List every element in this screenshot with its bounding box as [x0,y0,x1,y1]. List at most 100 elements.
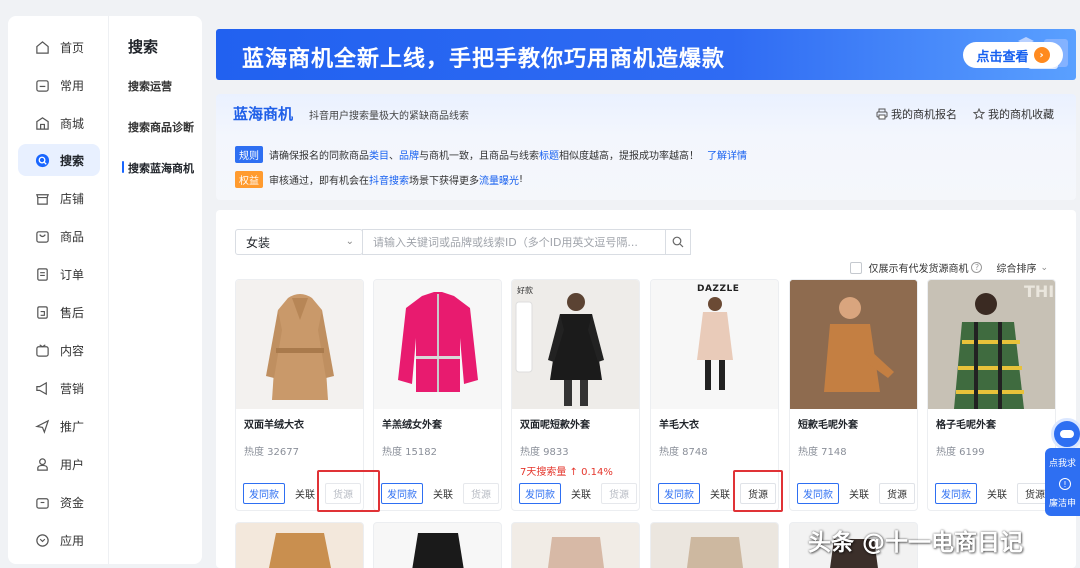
relate-button[interactable]: 关联 [844,483,874,504]
nav-item-goods[interactable]: 商品 [18,220,100,252]
product-card[interactable]: 好款 双面呢短款外套 热度 9833 7天搜索量 ↑ 0.14% 发同款 关联 … [511,279,640,511]
product-name: 双面呢短款外套 [520,420,590,431]
product-card[interactable] [511,522,640,568]
publish-same-button[interactable]: 发同款 [658,483,700,504]
product-heat: 热度 8748 [659,447,708,458]
rule-text-2: 与商机一致，且商品与线索 [419,151,539,162]
goods-icon [34,228,50,244]
subnav-title: 搜索 [128,38,159,56]
publish-same-button[interactable]: 发同款 [797,483,839,504]
category-select[interactable]: 女装 ⌄ [235,229,363,255]
aftersale-icon [34,304,50,320]
highlight-box [317,470,380,512]
subnav-item-search-ops[interactable]: 搜索运营 [128,78,172,94]
publish-same-button[interactable]: 发同款 [243,483,285,504]
benefit-row: 权益 审核通过，即有机会在 抖音搜索 场景下获得更多 流量曝光 ! [235,171,523,188]
info-links: 我的商机报名 我的商机收藏 [876,106,1054,122]
nav-item-user[interactable]: 用户 [18,448,100,480]
banner-button-label: 点击查看 [976,49,1029,65]
banner-title: 蓝海商机全新上线，手把手教你巧用商机造爆款 [242,47,726,72]
nav-item-common[interactable]: 常用 [18,69,100,101]
search-trend: 7天搜索量 ↑ 0.14% [520,467,613,478]
opportunity-list-panel: 女装 ⌄ 仅展示有代发货源商机 ? 综合排序 ⌄ 双面羊绒大衣 热度 32677… [216,210,1076,568]
nav-label: 商城 [60,116,85,131]
relate-button[interactable]: 关联 [705,483,735,504]
product-card[interactable]: 短款毛呢外套 热度 7148 发同款 关联 货源 [789,279,918,511]
relate-button[interactable]: 关联 [428,483,458,504]
product-card[interactable] [373,522,502,568]
product-image: DAZZLE [651,280,778,409]
relate-button[interactable]: 关联 [982,483,1012,504]
nav-label: 订单 [60,267,85,282]
nav-item-funds[interactable]: 资金 [18,486,100,518]
relate-button[interactable]: 关联 [290,483,320,504]
product-name: 羊羔绒女外套 [382,420,442,431]
my-applications-link[interactable]: 我的商机报名 [876,106,957,122]
nav-item-shop[interactable]: 店铺 [18,182,100,214]
sort-select[interactable]: 综合排序 ⌄ [996,260,1048,276]
blue-ocean-subtitle: 抖音用户搜索量极大的紧缺商品线索 [309,111,469,122]
nav-item-promote[interactable]: 推广 [18,410,100,442]
publish-same-button[interactable]: 发同款 [381,483,423,504]
rule-tag: 规则 [235,146,263,163]
nav-label: 推广 [60,419,85,434]
product-card[interactable]: 羊羔绒女外套 热度 15182 发同款 关联 货源 [373,279,502,511]
nav-item-search[interactable]: 搜索 [18,144,100,176]
source-button[interactable]: 货源 [601,483,637,504]
product-card[interactable] [235,522,364,568]
source-button[interactable]: 货源 [463,483,499,504]
nav-label: 用户 [60,457,85,472]
image-label: 好款 [517,286,533,295]
product-image [374,280,501,409]
product-card[interactable]: THIS 格子毛呢外套 热度 6199 发同款 关联 货源 [927,279,1056,511]
left-nav: 首页 常用 商城 搜索 店铺 商品 订单 售后 内容 营销 推广 用户 资金 应… [8,16,108,564]
product-heat: 热度 7148 [798,447,847,458]
nav-item-apps[interactable]: 应用 [18,524,100,556]
printer-icon [876,108,888,120]
rule-highlight-category: 类目 [369,151,389,162]
banner-view-button[interactable]: 点击查看 › [963,42,1063,68]
product-image [686,537,744,568]
product-image [790,280,917,409]
promo-banner[interactable]: 蓝海商机全新上线，手把手教你巧用商机造爆款 点击查看 › [216,29,1076,80]
folder-icon [34,77,50,93]
rule-text-1: 请确保报名的同款商品 [269,151,369,162]
nav-item-content[interactable]: 内容 [18,334,100,366]
relate-button[interactable]: 关联 [566,483,596,504]
highlight-box [733,470,783,512]
publish-same-button[interactable]: 发同款 [935,483,977,504]
assistant-robot-icon[interactable] [1051,418,1080,450]
product-heat: 热度 15182 [382,447,437,458]
publish-same-button[interactable]: 发同款 [519,483,561,504]
user-icon [34,456,50,472]
nav-label: 店铺 [60,191,85,206]
nav-item-marketing[interactable]: 营销 [18,372,100,404]
arrow-right-icon: › [1033,47,1050,63]
product-name: 格子毛呢外套 [936,420,996,431]
subnav-item-blue-ocean[interactable]: 搜索蓝海商机 [128,160,194,176]
search-button[interactable] [665,229,691,255]
product-image [236,280,363,409]
nav-item-mall[interactable]: 商城 [18,107,100,139]
subnav-item-search-diagnosis[interactable]: 搜索商品诊断 [128,119,194,135]
wallet-icon [34,494,50,510]
source-button[interactable]: 货源 [879,483,915,504]
my-favorites-link[interactable]: 我的商机收藏 [973,106,1054,122]
help-icon[interactable]: ? [971,262,983,273]
black-coat-image-icon [515,293,604,406]
product-card[interactable] [650,522,779,568]
nav-item-aftersale[interactable]: 售后 [18,296,100,328]
learn-more-link[interactable]: 了解详情 [707,147,747,162]
rule-row: 规则 请确保报名的同款商品 类目 、 品牌 与商机一致，且商品与线索 标题 相似… [235,146,747,163]
only-source-checkbox[interactable] [850,261,863,274]
category-value: 女装 [246,235,271,250]
image-label: THIS [1024,282,1055,301]
sort-label: 综合排序 [996,264,1037,275]
floating-help-widget[interactable]: 点我求 ! 廉洁申 [1045,448,1080,516]
nav-label: 售后 [60,305,85,320]
nav-item-order[interactable]: 订单 [18,258,100,290]
nav-label: 资金 [60,495,85,510]
nav-item-home[interactable]: 首页 [18,31,100,63]
search-input[interactable] [362,229,666,255]
nav-label: 常用 [60,78,85,93]
